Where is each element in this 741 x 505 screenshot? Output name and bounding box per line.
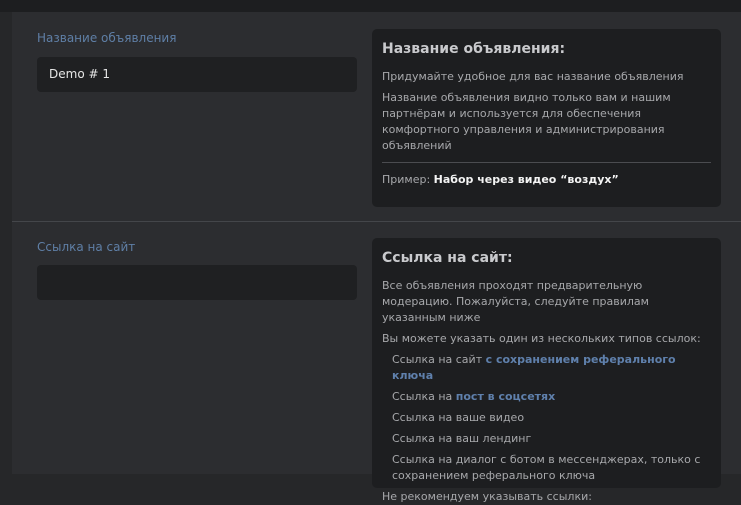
link-type-item: Ссылка на пост в соцсетях [392, 389, 711, 405]
site-link-label: Ссылка на сайт [37, 240, 136, 254]
site-link-help-text-2: Вы можете указать один из нескольких тип… [382, 332, 701, 345]
top-bar [0, 0, 741, 12]
ad-name-help-card: Название объявления: Придумайте удобное … [372, 29, 721, 207]
site-link-input[interactable] [37, 265, 357, 300]
example-label: Пример: [382, 173, 434, 186]
link-type-item: Ссылка на ваш лендинг [392, 432, 532, 445]
example-value: Набор через видео “воздух” [433, 173, 619, 186]
link-type-text: Ссылка на сайт [392, 353, 486, 366]
ad-name-help-text-2: Название объявления видно только вам и н… [382, 91, 671, 152]
ad-name-help-text-1: Придумайте удобное для вас название объя… [382, 70, 684, 83]
link-type-item: Ссылка на диалог с ботом в мессенджерах,… [392, 453, 701, 482]
social-post-link[interactable]: пост в соцсетях [456, 390, 555, 403]
help-divider [382, 162, 711, 163]
ad-name-input[interactable]: Demo # 1 [37, 57, 357, 92]
ad-name-label: Название объявления [37, 31, 177, 45]
link-type-text: Ссылка на [392, 390, 456, 403]
link-type-item: Ссылка на ваше видео [392, 411, 525, 424]
site-link-help-text-3: Не рекомендуем указывать ссылки: [382, 490, 592, 503]
link-types-list: Ссылка на сайт с сохранением реферальног… [382, 352, 711, 484]
site-link-help-title: Ссылка на сайт: [382, 250, 513, 266]
ad-name-example: Пример: Набор через видео “воздух” [382, 172, 711, 188]
section-divider [12, 221, 741, 222]
site-link-help-text-1: Все объявления проходят предварительную … [382, 279, 649, 324]
site-link-help-card: Ссылка на сайт: Все объявления проходят … [372, 238, 721, 503]
ad-name-help-title: Название объявления: [382, 41, 566, 57]
link-type-item: Ссылка на сайт с сохранением реферальног… [392, 352, 711, 384]
